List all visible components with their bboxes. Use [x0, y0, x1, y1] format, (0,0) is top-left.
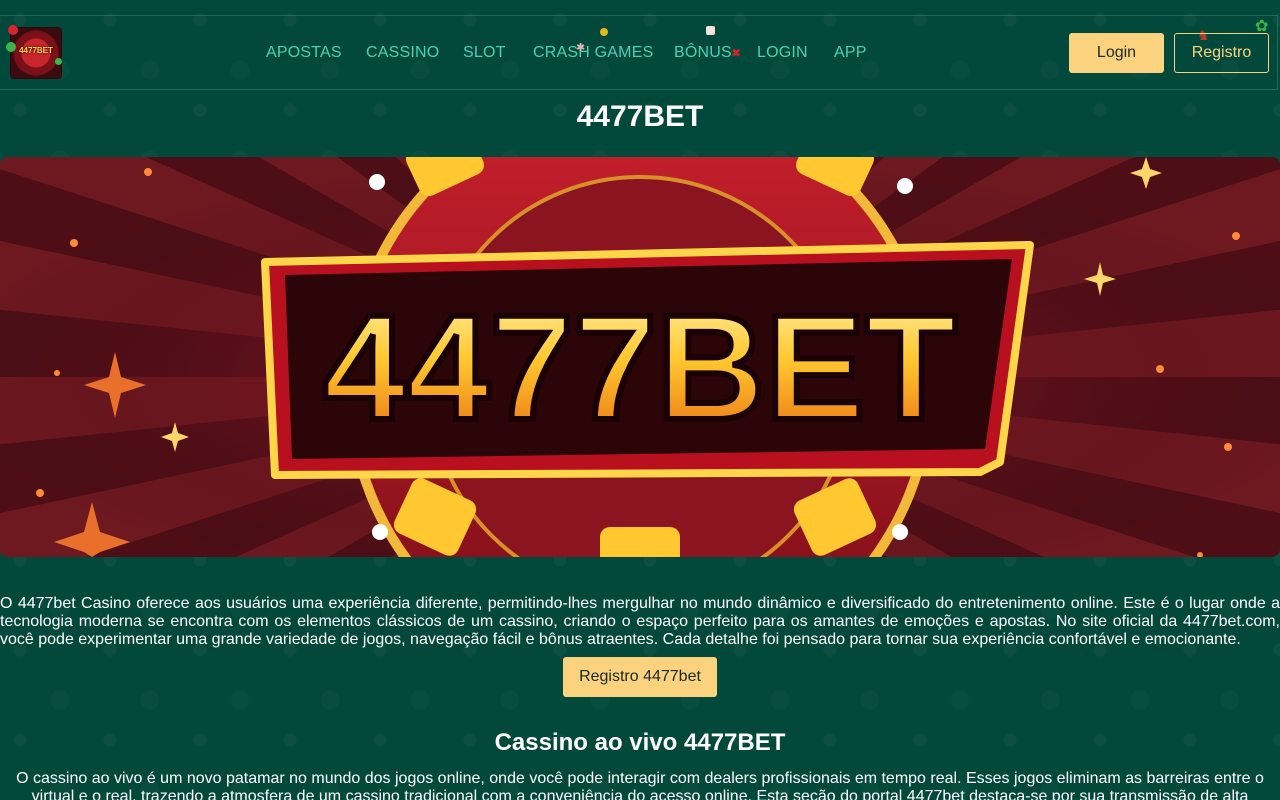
- banner-artwork: 4477BET: [0, 157, 1280, 557]
- nav-item-slot[interactable]: SLOT: [463, 44, 506, 62]
- intro-paragraph: O 4477bet Casino oferece aos usuários um…: [0, 595, 1280, 648]
- bow-icon: ✖: [731, 46, 742, 60]
- nav-item-cassino[interactable]: CASSINO: [366, 44, 439, 62]
- login-button[interactable]: Login: [1069, 33, 1164, 73]
- nav-item-login[interactable]: LOGIN: [757, 44, 808, 62]
- gift-icon: [706, 26, 715, 35]
- live-casino-paragraph: O cassino ao vivo é um novo patamar no m…: [16, 770, 1264, 800]
- banner-logo-text: 4477BET: [323, 283, 957, 451]
- ornament-icon: [8, 25, 18, 35]
- nav-item-crash-games[interactable]: CRASH GAMES: [533, 44, 653, 62]
- register-cta-button[interactable]: Registro 4477bet: [563, 657, 717, 697]
- nav-item-app[interactable]: APP: [834, 44, 867, 62]
- ornament-icon: [600, 28, 608, 36]
- site-header: 4477BET APOSTAS CASSINO SLOT CRASH GAMES…: [0, 15, 1278, 90]
- snowflake-icon: ✱: [576, 42, 586, 54]
- nav-item-bonus[interactable]: BÔNUS: [674, 44, 732, 62]
- nav-item-apostas[interactable]: APOSTAS: [266, 44, 342, 62]
- register-button[interactable]: Registro: [1174, 33, 1269, 73]
- page-title: 4477BET: [576, 100, 704, 133]
- hero-banner: 4477BET: [0, 157, 1280, 557]
- live-casino-title: Cassino ao vivo 4477BET: [494, 729, 786, 756]
